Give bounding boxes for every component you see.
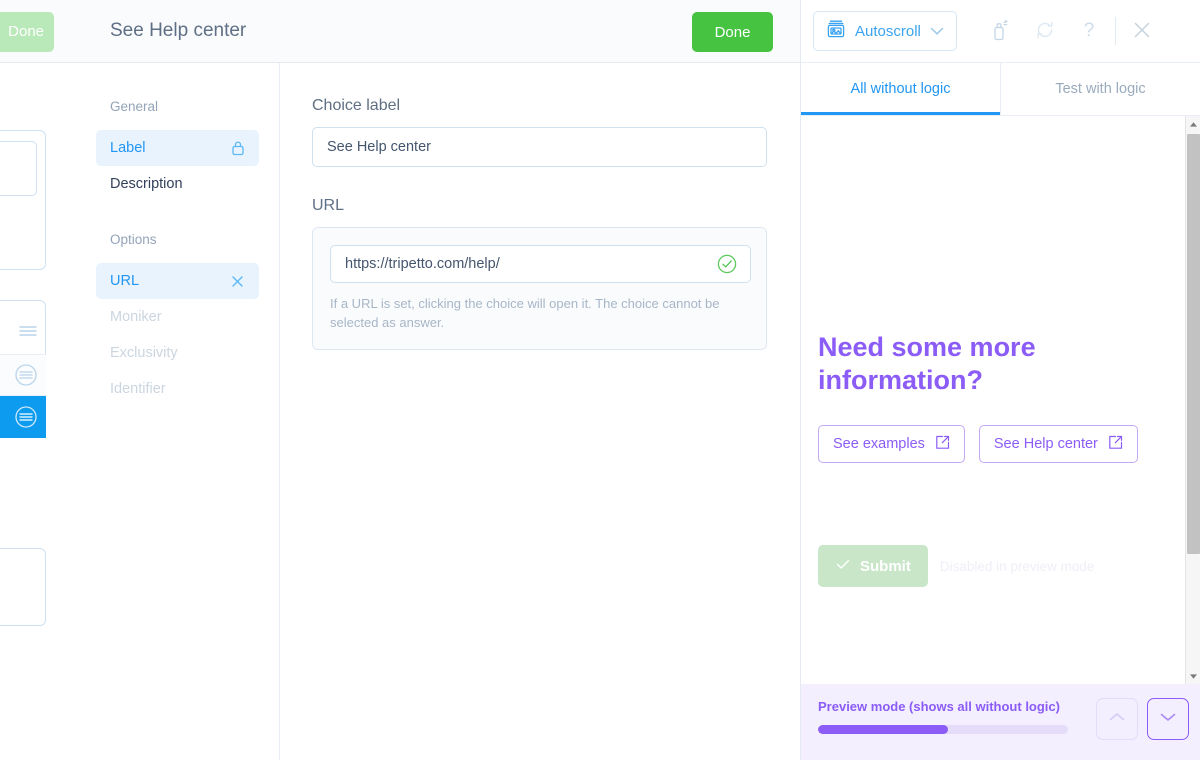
- choice-label-input[interactable]: [312, 127, 767, 167]
- close-preview-button[interactable]: [1120, 9, 1164, 53]
- sidebar-item-description-text: Description: [110, 176, 183, 192]
- preview-submit-row: Submit Disabled in preview mode: [818, 545, 1200, 587]
- check-icon: [835, 556, 851, 576]
- sidebar-item-exclusivity-text: Exclusivity: [110, 345, 178, 361]
- refresh-icon: [1034, 19, 1056, 44]
- sidebar-item-url[interactable]: URL: [96, 263, 259, 299]
- lock-icon: [231, 140, 245, 156]
- choice-label-title: Choice label: [312, 97, 401, 114]
- sidebar-group-general: General: [110, 99, 159, 114]
- preview-scrollbar[interactable]: [1185, 116, 1200, 684]
- url-panel: If a URL is set, clicking the choice wil…: [312, 227, 767, 350]
- sidebar-item-description[interactable]: Description: [96, 166, 259, 202]
- builder-card-question[interactable]: [0, 130, 46, 270]
- preview-choice-see-examples[interactable]: See examples: [818, 425, 965, 463]
- autoscroll-dropdown[interactable]: Autoscroll: [813, 11, 957, 51]
- list-circle-icon: [14, 405, 38, 429]
- sidebar-item-moniker[interactable]: Moniker: [96, 299, 259, 335]
- preview-pane: Autoscroll ? All without logic Test with…: [800, 0, 1200, 760]
- preview-body: Need some more information? See examples…: [801, 116, 1200, 684]
- external-link-icon: [935, 435, 950, 454]
- url-input[interactable]: [330, 245, 751, 283]
- builder-choice-row-3-selected[interactable]: [0, 396, 46, 438]
- close-icon: [1131, 19, 1153, 44]
- builder-choice-row-2[interactable]: [0, 354, 46, 396]
- scrollbar-up-arrow-icon[interactable]: [1186, 116, 1200, 132]
- toolbar-divider: [1114, 17, 1116, 45]
- sidebar-item-url-text: URL: [110, 273, 140, 289]
- preview-choice-see-help-center[interactable]: See Help center: [978, 425, 1138, 463]
- preview-content: Need some more information? See examples…: [801, 116, 1200, 587]
- preview-choice-row: See examples See Help center: [818, 425, 1200, 463]
- sidebar-item-label-text: Label: [110, 140, 146, 156]
- external-link-icon: [1108, 435, 1123, 454]
- autoscroll-label: Autoscroll: [855, 22, 921, 40]
- builder-strip: Done: [0, 0, 80, 760]
- tab-all-without-logic[interactable]: All without logic: [801, 63, 1001, 115]
- submit-disabled-note: Disabled in preview mode: [939, 558, 1095, 574]
- form-gap: [312, 167, 768, 197]
- preview-footer: Preview mode (shows all without logic): [801, 684, 1200, 760]
- builder-card-input-preview: [0, 141, 37, 196]
- url-title: URL: [312, 197, 345, 214]
- svg-text:?: ?: [1084, 20, 1095, 41]
- editor-form: Choice label URL If a URL is set, clicki…: [280, 63, 800, 760]
- page-title: See Help center: [110, 20, 247, 41]
- sidebar-item-exclusivity[interactable]: Exclusivity: [96, 335, 259, 371]
- restart-button[interactable]: [1023, 9, 1067, 53]
- sidebar-item-identifier[interactable]: Identifier: [96, 371, 259, 407]
- preview-nav-buttons: [1096, 698, 1189, 740]
- builder-done-button[interactable]: Done: [0, 12, 54, 52]
- check-circle-icon: [717, 254, 737, 279]
- question-mark-icon: ?: [1079, 19, 1099, 44]
- scrollbar-thumb[interactable]: [1187, 134, 1200, 554]
- spray-can-icon: [991, 19, 1011, 44]
- chevron-down-icon: [1159, 710, 1177, 728]
- editor-header: See Help center Done: [80, 0, 800, 63]
- preview-toolbar: Autoscroll ?: [801, 0, 1200, 63]
- slideshow-icon: [826, 19, 846, 43]
- preview-tabs: All without logic Test with logic: [801, 63, 1200, 116]
- done-button[interactable]: Done: [692, 12, 773, 52]
- preview-question-heading: Need some more information?: [818, 332, 1036, 395]
- builder-card-next[interactable]: [0, 548, 46, 626]
- list-lines-icon: [18, 324, 38, 338]
- list-circle-icon: [14, 363, 38, 387]
- clear-results-button[interactable]: [979, 9, 1023, 53]
- choice-label: See Help center: [993, 436, 1098, 452]
- url-hint: If a URL is set, clicking the choice wil…: [330, 296, 720, 330]
- preview-next-button[interactable]: [1147, 698, 1189, 740]
- editor-sidebar: General Label Description Options URL Mo…: [80, 63, 280, 760]
- progress-bar-fill: [818, 725, 948, 734]
- chevron-up-icon: [1108, 710, 1126, 728]
- sidebar-item-identifier-text: Identifier: [110, 381, 166, 397]
- choice-label: See examples: [833, 436, 925, 452]
- submit-label: Submit: [860, 557, 911, 575]
- scrollbar-down-arrow-icon[interactable]: [1186, 668, 1200, 684]
- sidebar-item-label[interactable]: Label: [96, 130, 259, 166]
- submit-button: Submit: [818, 545, 928, 587]
- chevron-down-icon: [930, 23, 944, 40]
- tab-test-with-logic[interactable]: Test with logic: [1001, 63, 1200, 115]
- builder-choice-row-1[interactable]: [0, 310, 46, 352]
- editor-body: General Label Description Options URL Mo…: [80, 63, 800, 760]
- progress-bar: [818, 725, 1068, 734]
- help-button[interactable]: ?: [1067, 9, 1111, 53]
- url-input-wrap: [330, 245, 751, 283]
- preview-prev-button[interactable]: [1096, 698, 1138, 740]
- sidebar-item-moniker-text: Moniker: [110, 309, 162, 325]
- close-icon[interactable]: [230, 274, 245, 289]
- sidebar-group-options: Options: [110, 232, 157, 247]
- tripetto-form-builder: Done See Help center Done General Label …: [0, 0, 1200, 760]
